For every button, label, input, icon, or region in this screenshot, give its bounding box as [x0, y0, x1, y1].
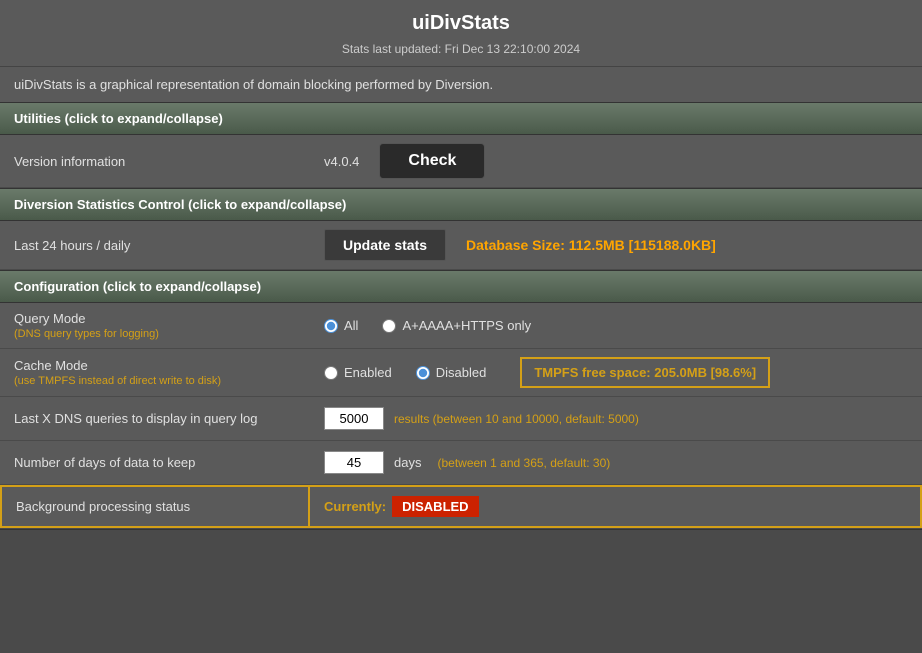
- query-mode-all-label[interactable]: All: [344, 318, 358, 333]
- query-mode-row: Query Mode (DNS query types for logging)…: [0, 303, 922, 349]
- bg-status-row: Background processing status Currently: …: [0, 485, 922, 529]
- cache-mode-disabled-radio[interactable]: [416, 366, 430, 380]
- query-log-label: Last X DNS queries to display in query l…: [14, 411, 324, 426]
- currently-label: Currently:: [324, 499, 386, 514]
- cache-mode-disabled-label[interactable]: Disabled: [436, 365, 487, 380]
- cache-mode-disabled-group: Disabled: [416, 365, 501, 380]
- query-log-row: Last X DNS queries to display in query l…: [0, 397, 922, 441]
- days-keep-input[interactable]: [324, 451, 384, 474]
- query-log-hint: results (between 10 and 10000, default: …: [394, 412, 639, 426]
- query-log-content: results (between 10 and 10000, default: …: [324, 407, 908, 430]
- version-content: v4.0.4 Check: [324, 143, 908, 179]
- query-mode-https-label[interactable]: A+AAAA+HTTPS only: [402, 318, 531, 333]
- days-keep-content: days (between 1 and 365, default: 30): [324, 451, 908, 474]
- days-keep-row: Number of days of data to keep days (bet…: [0, 441, 922, 485]
- bottom-bar: [0, 529, 922, 559]
- header: uiDivStats Stats last updated: Fri Dec 1…: [0, 0, 922, 67]
- query-mode-all-group: All: [324, 318, 372, 333]
- update-stats-button[interactable]: Update stats: [324, 229, 446, 261]
- version-value: v4.0.4: [324, 154, 359, 169]
- cache-mode-sublabel: (use TMPFS instead of direct write to di…: [14, 375, 324, 387]
- last-updated: Stats last updated: Fri Dec 13 22:10:00 …: [342, 42, 580, 56]
- cache-mode-enabled-group: Enabled: [324, 365, 406, 380]
- diversion-row-content: Update stats Database Size: 112.5MB [115…: [324, 229, 908, 261]
- db-size-text: Database Size: 112.5MB [115188.0KB]: [466, 237, 716, 253]
- check-button[interactable]: Check: [379, 143, 485, 179]
- query-mode-label: Query Mode (DNS query types for logging): [14, 311, 324, 340]
- diversion-row-label: Last 24 hours / daily: [14, 238, 324, 253]
- bg-status-content: Currently: DISABLED: [310, 485, 922, 528]
- query-mode-content: All A+AAAA+HTTPS only: [324, 318, 908, 333]
- version-row: Version information v4.0.4 Check: [0, 135, 922, 188]
- days-keep-label: Number of days of data to keep: [14, 455, 324, 470]
- version-label: Version information: [14, 154, 324, 169]
- cache-mode-label: Cache Mode (use TMPFS instead of direct …: [14, 358, 324, 387]
- diversion-row: Last 24 hours / daily Update stats Datab…: [0, 221, 922, 270]
- query-log-input[interactable]: [324, 407, 384, 430]
- query-mode-sublabel: (DNS query types for logging): [14, 328, 324, 340]
- query-mode-all-radio[interactable]: [324, 319, 338, 333]
- utilities-section-header[interactable]: Utilities (click to expand/collapse): [0, 102, 922, 135]
- utilities-section-body: Version information v4.0.4 Check: [0, 135, 922, 188]
- days-label: days: [394, 455, 421, 470]
- app-title: uiDivStats: [10, 12, 912, 35]
- days-keep-hint: (between 1 and 365, default: 30): [437, 456, 610, 470]
- diversion-section-header[interactable]: Diversion Statistics Control (click to e…: [0, 188, 922, 221]
- query-mode-https-radio[interactable]: [382, 319, 396, 333]
- disabled-badge: DISABLED: [392, 496, 478, 517]
- cache-mode-row: Cache Mode (use TMPFS instead of direct …: [0, 349, 922, 397]
- tmpfs-info-box: TMPFS free space: 205.0MB [98.6%]: [520, 357, 770, 388]
- diversion-section-body: Last 24 hours / daily Update stats Datab…: [0, 221, 922, 270]
- query-mode-https-group: A+AAAA+HTTPS only: [382, 318, 545, 333]
- configuration-section-header[interactable]: Configuration (click to expand/collapse): [0, 270, 922, 303]
- cache-mode-enabled-radio[interactable]: [324, 366, 338, 380]
- description-text: uiDivStats is a graphical representation…: [0, 67, 922, 102]
- bg-status-label: Background processing status: [0, 485, 310, 528]
- cache-mode-content: Enabled Disabled TMPFS free space: 205.0…: [324, 357, 908, 388]
- cache-mode-enabled-label[interactable]: Enabled: [344, 365, 392, 380]
- configuration-section-body: Query Mode (DNS query types for logging)…: [0, 303, 922, 529]
